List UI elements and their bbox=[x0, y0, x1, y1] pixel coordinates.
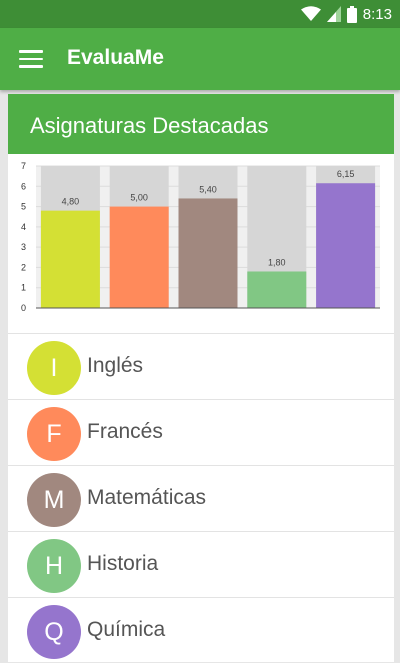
y-tick-label: 0 bbox=[21, 303, 26, 313]
subject-list-item[interactable]: Q Química bbox=[8, 597, 394, 663]
status-icons: 8:13 bbox=[300, 0, 392, 28]
bar bbox=[316, 183, 376, 308]
status-time: 8:13 bbox=[362, 5, 392, 23]
app-toolbar: EvaluaMe bbox=[0, 28, 400, 90]
subject-list-item[interactable]: M Matemáticas bbox=[8, 465, 394, 531]
y-tick-label: 5 bbox=[21, 202, 26, 212]
subject-name: Historia bbox=[87, 552, 159, 575]
subject-avatar: I bbox=[27, 341, 81, 395]
subject-avatar: Q bbox=[27, 605, 81, 659]
y-tick-label: 3 bbox=[21, 242, 26, 252]
y-tick-label: 2 bbox=[21, 262, 26, 272]
bar-value-label: 5,00 bbox=[130, 193, 148, 203]
subject-avatar: H bbox=[27, 539, 81, 593]
subject-list-item[interactable]: I Inglés bbox=[8, 333, 394, 399]
wifi-icon bbox=[300, 6, 321, 21]
subject-avatar: M bbox=[27, 473, 81, 527]
cell-signal-icon bbox=[326, 6, 341, 22]
bar bbox=[40, 210, 100, 308]
featured-subjects-card: Asignaturas Destacadas 0 1 2 3 4 5 6 7 4,80 5,00 5… bbox=[8, 94, 394, 662]
bar-chart-svg: 0 1 2 3 4 5 6 7 4,80 5,00 5,40 1,80 6,15 bbox=[21, 161, 380, 313]
app-title: EvaluaMe bbox=[67, 46, 164, 69]
subject-name: Inglés bbox=[87, 354, 144, 377]
subject-list-item[interactable]: F Francés bbox=[8, 399, 394, 465]
subject-name: Química bbox=[87, 618, 166, 641]
subject-list-item[interactable]: H Historia bbox=[8, 531, 394, 597]
bar bbox=[178, 198, 238, 308]
bar bbox=[109, 206, 169, 308]
bar-value-label: 1,80 bbox=[268, 257, 286, 267]
subjects-bar-chart: 0 1 2 3 4 5 6 7 4,80 5,00 5,40 1,80 6,15 bbox=[8, 154, 394, 334]
y-tick-label: 6 bbox=[21, 181, 26, 191]
y-tick-label: 1 bbox=[21, 283, 26, 293]
subject-name: Francés bbox=[87, 420, 163, 443]
subject-list: I Inglés F Francés M Matemáticas H Historia Q Quí… bbox=[8, 333, 394, 663]
y-tick-label: 7 bbox=[21, 161, 26, 171]
card-title: Asignaturas Destacadas bbox=[30, 113, 269, 138]
bar-value-label: 5,40 bbox=[199, 184, 217, 194]
bar bbox=[247, 271, 307, 308]
subject-avatar: F bbox=[27, 407, 81, 461]
bar-value-label: 6,15 bbox=[337, 169, 355, 179]
y-tick-label: 4 bbox=[21, 222, 26, 232]
battery-icon bbox=[346, 5, 357, 23]
bar-value-label: 4,80 bbox=[62, 197, 80, 207]
menu-icon[interactable] bbox=[19, 50, 43, 68]
card-header: Asignaturas Destacadas bbox=[8, 94, 394, 154]
status-bar: 8:13 bbox=[0, 0, 400, 28]
subject-name: Matemáticas bbox=[87, 486, 207, 509]
